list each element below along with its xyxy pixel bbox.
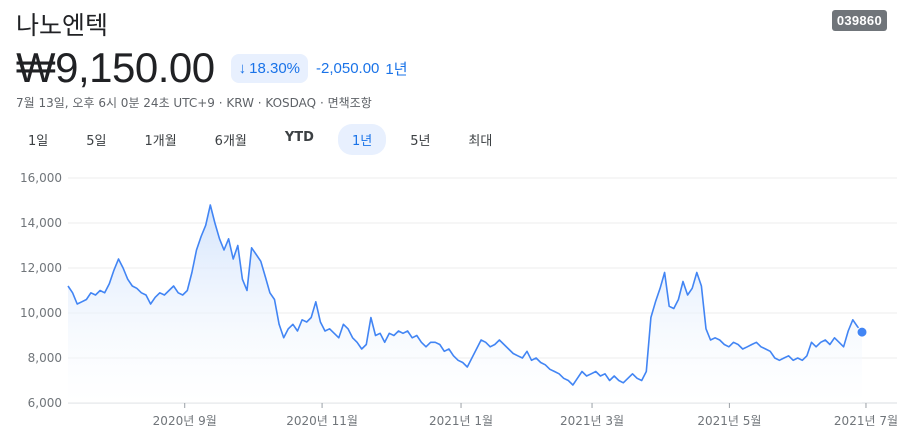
y-tick-label: 8,000 (28, 351, 62, 365)
price-meta: 7월 13일, 오후 6시 0분 24초 UTC+9 · KRW · KOSDA… (16, 96, 372, 110)
price-area (68, 205, 862, 403)
y-tick-label: 6,000 (28, 396, 62, 410)
current-price: ₩9,150.00 (16, 44, 215, 91)
price-chart[interactable]: 16,000 14,000 12,000 10,000 8,000 6,000 2020년 … (0, 160, 897, 444)
y-tick-label: 10,000 (20, 306, 62, 320)
tab-ytd[interactable]: YTD (271, 124, 328, 155)
tab-5y[interactable]: 5년 (396, 124, 444, 155)
tab-max[interactable]: 최대 (454, 124, 506, 155)
x-tick-label: 2021년 5월 (697, 414, 761, 428)
y-tick-label: 14,000 (20, 216, 62, 230)
x-tick-label: 2021년 7월 (834, 414, 897, 428)
x-tick-label: 2021년 1월 (429, 414, 493, 428)
tab-1d[interactable]: 1일 (14, 124, 62, 155)
x-tick-label: 2020년 11월 (286, 414, 358, 428)
ticker-badge: 039860 (831, 10, 887, 31)
range-tabs: 1일 5일 1개월 6개월 YTD 1년 5년 최대 (14, 124, 516, 155)
tab-6m[interactable]: 6개월 (201, 124, 261, 155)
price-row: ₩9,150.00 ↓ 18.30% -2,050.00 1년 (16, 42, 408, 94)
stock-name: 나노엔텍 (16, 11, 109, 40)
change-percent-badge: ↓ 18.30% (230, 53, 309, 83)
change-percent: 18.30% (249, 59, 301, 77)
y-tick-label: 12,000 (20, 261, 62, 275)
x-tick-label: 2021년 3월 (560, 414, 624, 428)
change-period: 1년 (385, 60, 408, 78)
down-arrow-icon: ↓ (238, 59, 247, 77)
x-tick-label: 2020년 9월 (153, 414, 217, 428)
tab-1y[interactable]: 1년 (337, 124, 387, 155)
y-tick-label: 16,000 (20, 171, 62, 185)
change-absolute: -2,050.00 (316, 59, 380, 77)
tab-5d[interactable]: 5일 (72, 124, 120, 155)
tab-1m[interactable]: 1개월 (130, 124, 190, 155)
last-price-dot (856, 326, 868, 338)
